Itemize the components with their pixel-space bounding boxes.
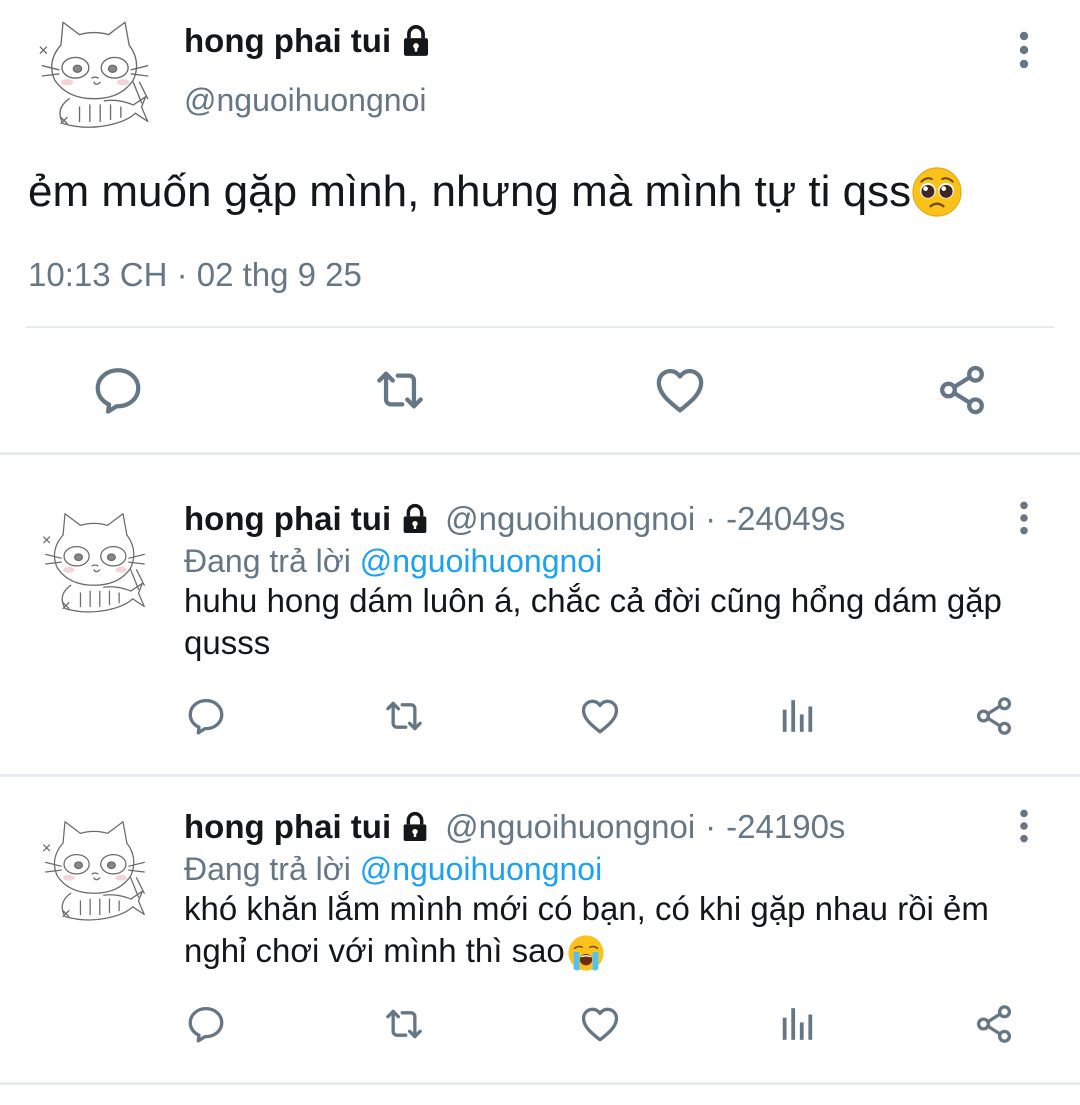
author-name[interactable]: hong phai tui [184, 500, 391, 538]
lock-icon [399, 811, 431, 843]
retweet-icon[interactable] [382, 1002, 426, 1046]
author-handle[interactable]: @nguoihuongnoi [445, 500, 695, 538]
section-divider [0, 1082, 1080, 1085]
share-icon[interactable] [972, 694, 1016, 738]
lock-icon [399, 24, 433, 58]
pleading-face-emoji [911, 166, 963, 218]
lock-icon [399, 503, 431, 535]
more-options-icon[interactable] [1004, 806, 1044, 846]
analytics-icon[interactable] [775, 1002, 819, 1046]
author-handle[interactable]: @nguoihuongnoi [184, 82, 426, 119]
reply-tweet[interactable]: hong phai tui @nguoihuongnoi · -24049s Đ… [0, 480, 1080, 774]
like-icon[interactable] [652, 362, 708, 418]
author-avatar[interactable] [36, 506, 152, 622]
separator-dot: · [705, 808, 717, 845]
share-icon[interactable] [934, 362, 990, 418]
section-divider [0, 452, 1080, 455]
tweet-text-content: ẻm muốn gặp mình, nhưng mà mình tự ti qs… [28, 167, 912, 216]
author-name[interactable]: hong phai tui [184, 808, 391, 846]
reply-time[interactable]: -24190s [726, 808, 845, 846]
replying-label: Đang trả lời [184, 543, 351, 579]
reply-header: hong phai tui @nguoihuongnoi · -24049s [184, 500, 845, 538]
reply-tweet[interactable]: hong phai tui @nguoihuongnoi · -24190s Đ… [0, 788, 1080, 1082]
share-icon[interactable] [972, 1002, 1016, 1046]
reply-time[interactable]: -24049s [726, 500, 845, 538]
section-divider [0, 774, 1080, 777]
author-avatar[interactable] [32, 14, 156, 138]
author-avatar[interactable] [36, 814, 152, 930]
author-name[interactable]: hong phai tui [184, 22, 433, 60]
more-options-icon[interactable] [1004, 498, 1044, 538]
replying-to-handle[interactable]: @nguoihuongnoi [360, 543, 602, 579]
reply-icon[interactable] [90, 362, 146, 418]
tweet-timestamp[interactable]: 10:13 CH · 02 thg 9 25 [28, 256, 362, 294]
author-name-text[interactable]: hong phai tui [184, 22, 391, 60]
replying-to: Đang trả lời @nguoihuongnoi [184, 851, 602, 888]
tweet-text: ẻm muốn gặp mình, nhưng mà mình tự ti qs… [28, 166, 963, 218]
more-options-icon[interactable] [1004, 30, 1044, 70]
reply-text: khó khăn lắm mình mới có bạn, có khi gặp… [184, 888, 1044, 972]
analytics-icon[interactable] [775, 694, 819, 738]
loudly-crying-face-emoji [567, 934, 605, 972]
replying-to: Đang trả lời @nguoihuongnoi [184, 543, 602, 580]
divider [26, 326, 1054, 328]
retweet-icon[interactable] [382, 694, 426, 738]
reply-icon[interactable] [184, 694, 228, 738]
like-icon[interactable] [578, 694, 622, 738]
retweet-icon[interactable] [372, 362, 428, 418]
main-tweet: hong phai tui @nguoihuongnoi ẻm muốn gặp… [0, 0, 1080, 452]
replying-to-handle[interactable]: @nguoihuongnoi [360, 851, 602, 887]
separator-dot: · [705, 500, 717, 537]
replying-label: Đang trả lời [184, 851, 351, 887]
author-handle[interactable]: @nguoihuongnoi [445, 808, 695, 846]
reply-text: huhu hong dám luôn á, chắc cả đời cũng h… [184, 582, 1002, 661]
reply-icon[interactable] [184, 1002, 228, 1046]
reply-header: hong phai tui @nguoihuongnoi · -24190s [184, 808, 845, 846]
like-icon[interactable] [578, 1002, 622, 1046]
